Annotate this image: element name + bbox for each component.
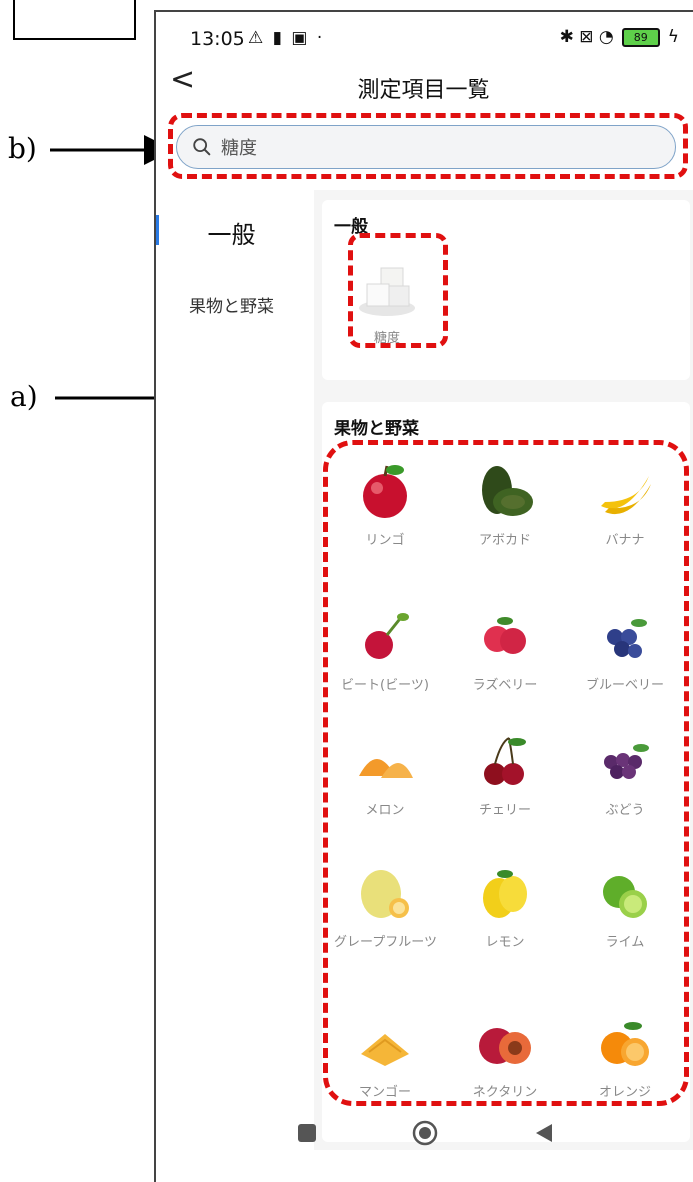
annotation-box-search — [168, 113, 688, 179]
battery-icon: 89 — [621, 27, 660, 47]
recent-apps-button[interactable] — [298, 1124, 316, 1142]
annotation-box-general-item — [348, 233, 448, 348]
charging-icon: ϟ — [667, 27, 679, 47]
phone-frame-top — [154, 10, 693, 12]
phone-frame-left — [154, 10, 156, 1182]
sidebar-item-general[interactable]: 一般 — [154, 215, 309, 250]
system-nav-bar — [154, 1110, 693, 1180]
status-time: 13:05 — [190, 28, 245, 50]
nav-back-button[interactable] — [534, 1122, 554, 1144]
annotation-box-fruit-grid — [323, 440, 689, 1106]
page-title: 測定項目一覧 — [357, 78, 490, 103]
status-bar: 13:05 ⚠ ▮ ▣ · ✱ ⊠ ◔ 89 ϟ — [154, 10, 693, 60]
system-icons: ✱ ⊠ ◔ 89 ϟ — [560, 27, 679, 47]
connectivity-icons: ✱ ⊠ ◔ — [559, 27, 614, 47]
notification-icons: ⚠ ▮ ▣ · — [248, 28, 325, 48]
home-button[interactable] — [412, 1120, 438, 1146]
category-sidebar: 一般 果物と野菜 — [154, 200, 314, 1160]
section-title-fruits-vegetables: 果物と野菜 — [334, 419, 419, 439]
sidebar-item-fruits-vegetables[interactable]: 果物と野菜 — [154, 292, 309, 317]
